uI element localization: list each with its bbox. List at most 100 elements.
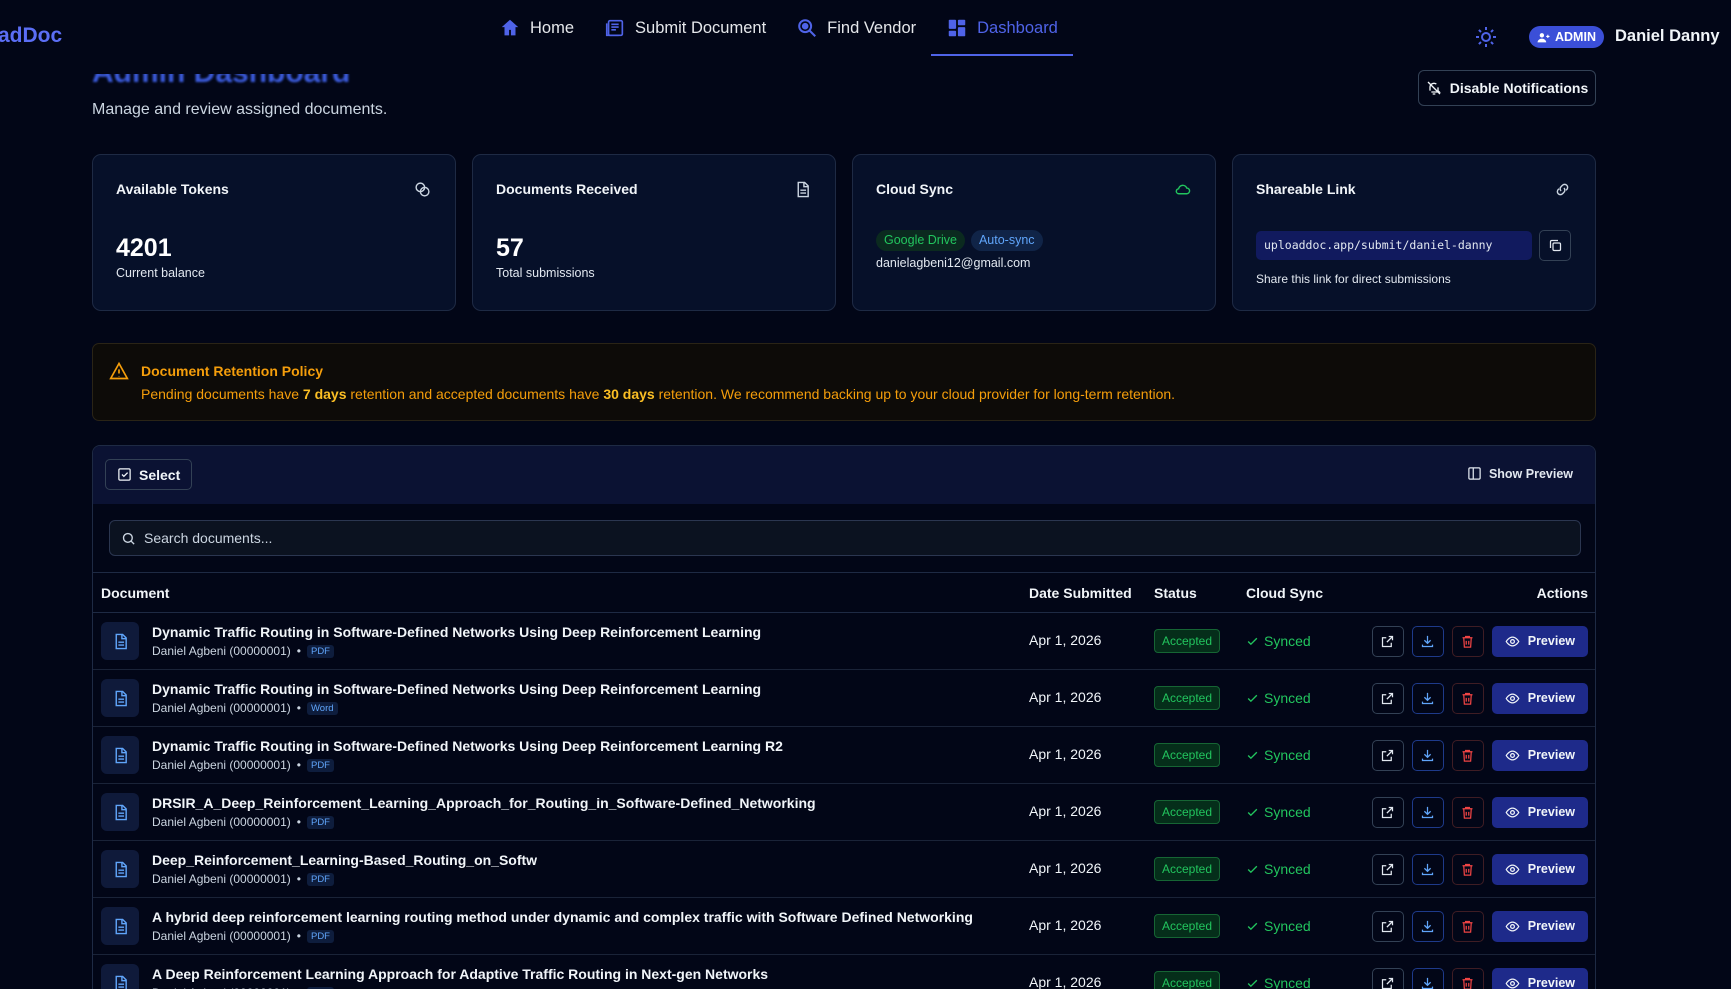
brand-logo-text[interactable]: adDoc (0, 24, 62, 48)
download-button[interactable] (1411, 853, 1444, 885)
sync-label: Synced (1264, 861, 1311, 877)
download-button[interactable] (1411, 796, 1444, 828)
sync-status: Synced (1246, 975, 1366, 989)
card-title: Available Tokens (116, 181, 229, 197)
nav-item-dashboard[interactable]: Dashboard (931, 0, 1073, 56)
sync-label: Synced (1264, 804, 1311, 820)
delete-button[interactable] (1451, 682, 1484, 714)
documents-panel: Select Show Preview Document Date Submit… (92, 445, 1596, 989)
open-external-button[interactable] (1371, 967, 1404, 989)
cloud-pills: Google Drive Auto-sync (876, 230, 1043, 251)
open-external-button[interactable] (1371, 739, 1404, 771)
document-title[interactable]: Deep_Reinforcement_Learning-Based_Routin… (152, 852, 537, 868)
home-icon (499, 17, 521, 39)
document-title[interactable]: DRSIR_A_Deep_Reinforcement_Learning_Appr… (152, 795, 816, 811)
status-badge: Accepted (1154, 857, 1221, 881)
status-badge: Accepted (1154, 629, 1221, 653)
preview-button[interactable]: Preview (1491, 910, 1588, 942)
open-external-button[interactable] (1371, 682, 1404, 714)
preview-button[interactable]: Preview (1491, 967, 1588, 989)
col-header-date[interactable]: Date Submitted (1029, 573, 1154, 613)
external-link-icon (1382, 635, 1394, 647)
trash-icon (1462, 920, 1473, 933)
preview-button[interactable]: Preview (1491, 796, 1588, 828)
col-header-status[interactable]: Status (1154, 573, 1246, 613)
table-row[interactable]: Dynamic Traffic Routing in Software-Defi… (93, 727, 1595, 784)
file-icon (101, 679, 139, 717)
meta-separator: • (296, 644, 301, 658)
status-badge: Accepted (1154, 743, 1221, 767)
eye-icon (1505, 692, 1520, 704)
delete-button[interactable] (1451, 796, 1484, 828)
document-title[interactable]: Dynamic Traffic Routing in Software-Defi… (152, 681, 761, 697)
user-name[interactable]: Daniel Danny (1615, 27, 1720, 46)
check-icon (1247, 979, 1258, 987)
document-title[interactable]: A hybrid deep reinforcement learning rou… (152, 909, 973, 925)
download-button[interactable] (1411, 739, 1444, 771)
preview-button[interactable]: Preview (1491, 739, 1588, 771)
download-button[interactable] (1411, 682, 1444, 714)
delete-button[interactable] (1451, 625, 1484, 657)
file-type-badge: Word (306, 701, 338, 715)
documents-received-card: Documents Received 57 Total submissions (472, 154, 836, 311)
preview-button[interactable]: Preview (1491, 625, 1588, 657)
check-icon (1247, 751, 1258, 759)
check-icon (1247, 865, 1258, 873)
document-icon (604, 17, 626, 39)
theme-toggle-gear-icon[interactable] (1474, 25, 1498, 49)
eye-icon (1505, 635, 1520, 647)
select-button[interactable]: Select (105, 459, 193, 490)
meta-separator: • (296, 701, 301, 715)
sync-label: Synced (1264, 975, 1311, 989)
dashboard-icon (946, 17, 968, 39)
open-external-button[interactable] (1371, 910, 1404, 942)
table-row[interactable]: A Deep Reinforcement Learning Approach f… (93, 955, 1595, 989)
trash-icon (1462, 749, 1473, 762)
table-row[interactable]: DRSIR_A_Deep_Reinforcement_Learning_Appr… (93, 784, 1595, 841)
admin-badge-label: ADMIN (1555, 30, 1596, 44)
search-box[interactable] (109, 520, 1581, 556)
nav-item-submit-document[interactable]: Submit Document (589, 0, 781, 56)
file-type-badge: PDF (306, 929, 334, 943)
delete-button[interactable] (1451, 739, 1484, 771)
date-submitted: Apr 1, 2026 (1029, 632, 1102, 648)
show-preview-toggle[interactable]: Show Preview (1467, 466, 1573, 481)
document-cell: Dynamic Traffic Routing in Software-Defi… (93, 679, 1029, 717)
col-header-cloud-sync[interactable]: Cloud Sync (1246, 573, 1366, 613)
nav-item-home[interactable]: Home (484, 0, 589, 56)
shareable-link-field[interactable]: uploaddoc.app/submit/daniel-danny (1256, 231, 1532, 260)
delete-button[interactable] (1451, 853, 1484, 885)
delete-button[interactable] (1451, 967, 1484, 989)
delete-button[interactable] (1451, 910, 1484, 942)
external-link-icon (1382, 692, 1394, 704)
download-button[interactable] (1411, 967, 1444, 989)
document-title[interactable]: Dynamic Traffic Routing in Software-Defi… (152, 624, 761, 640)
cloud-sync-card: Cloud Sync Google Drive Auto-sync daniel… (852, 154, 1216, 311)
table-row[interactable]: Dynamic Traffic Routing in Software-Defi… (93, 613, 1595, 670)
page-subtitle: Manage and review assigned documents. (92, 101, 388, 118)
open-external-button[interactable] (1371, 796, 1404, 828)
open-external-button[interactable] (1371, 853, 1404, 885)
copy-link-button[interactable] (1539, 230, 1571, 261)
meta-separator: • (296, 815, 301, 829)
preview-button[interactable]: Preview (1491, 682, 1588, 714)
row-actions: Preview (1366, 625, 1595, 657)
search-input[interactable] (144, 530, 1544, 546)
file-icon (101, 907, 139, 945)
col-header-document[interactable]: Document (93, 573, 1029, 613)
preview-button[interactable]: Preview (1491, 853, 1588, 885)
disable-notifications-button[interactable]: Disable Notifications (1418, 70, 1596, 106)
date-submitted: Apr 1, 2026 (1029, 974, 1102, 989)
document-title[interactable]: Dynamic Traffic Routing in Software-Defi… (152, 738, 783, 754)
download-button[interactable] (1411, 625, 1444, 657)
documents-table: Document Date Submitted Status Cloud Syn… (93, 572, 1595, 989)
download-button[interactable] (1411, 910, 1444, 942)
table-row[interactable]: Dynamic Traffic Routing in Software-Defi… (93, 670, 1595, 727)
table-row[interactable]: Deep_Reinforcement_Learning-Based_Routin… (93, 841, 1595, 898)
nav-item-find-vendor[interactable]: Find Vendor (781, 0, 931, 56)
file-type-badge: PDF (306, 815, 334, 829)
shareable-link-card: Shareable Link uploaddoc.app/submit/dani… (1232, 154, 1596, 311)
open-external-button[interactable] (1371, 625, 1404, 657)
document-title[interactable]: A Deep Reinforcement Learning Approach f… (152, 966, 768, 982)
table-row[interactable]: A hybrid deep reinforcement learning rou… (93, 898, 1595, 955)
